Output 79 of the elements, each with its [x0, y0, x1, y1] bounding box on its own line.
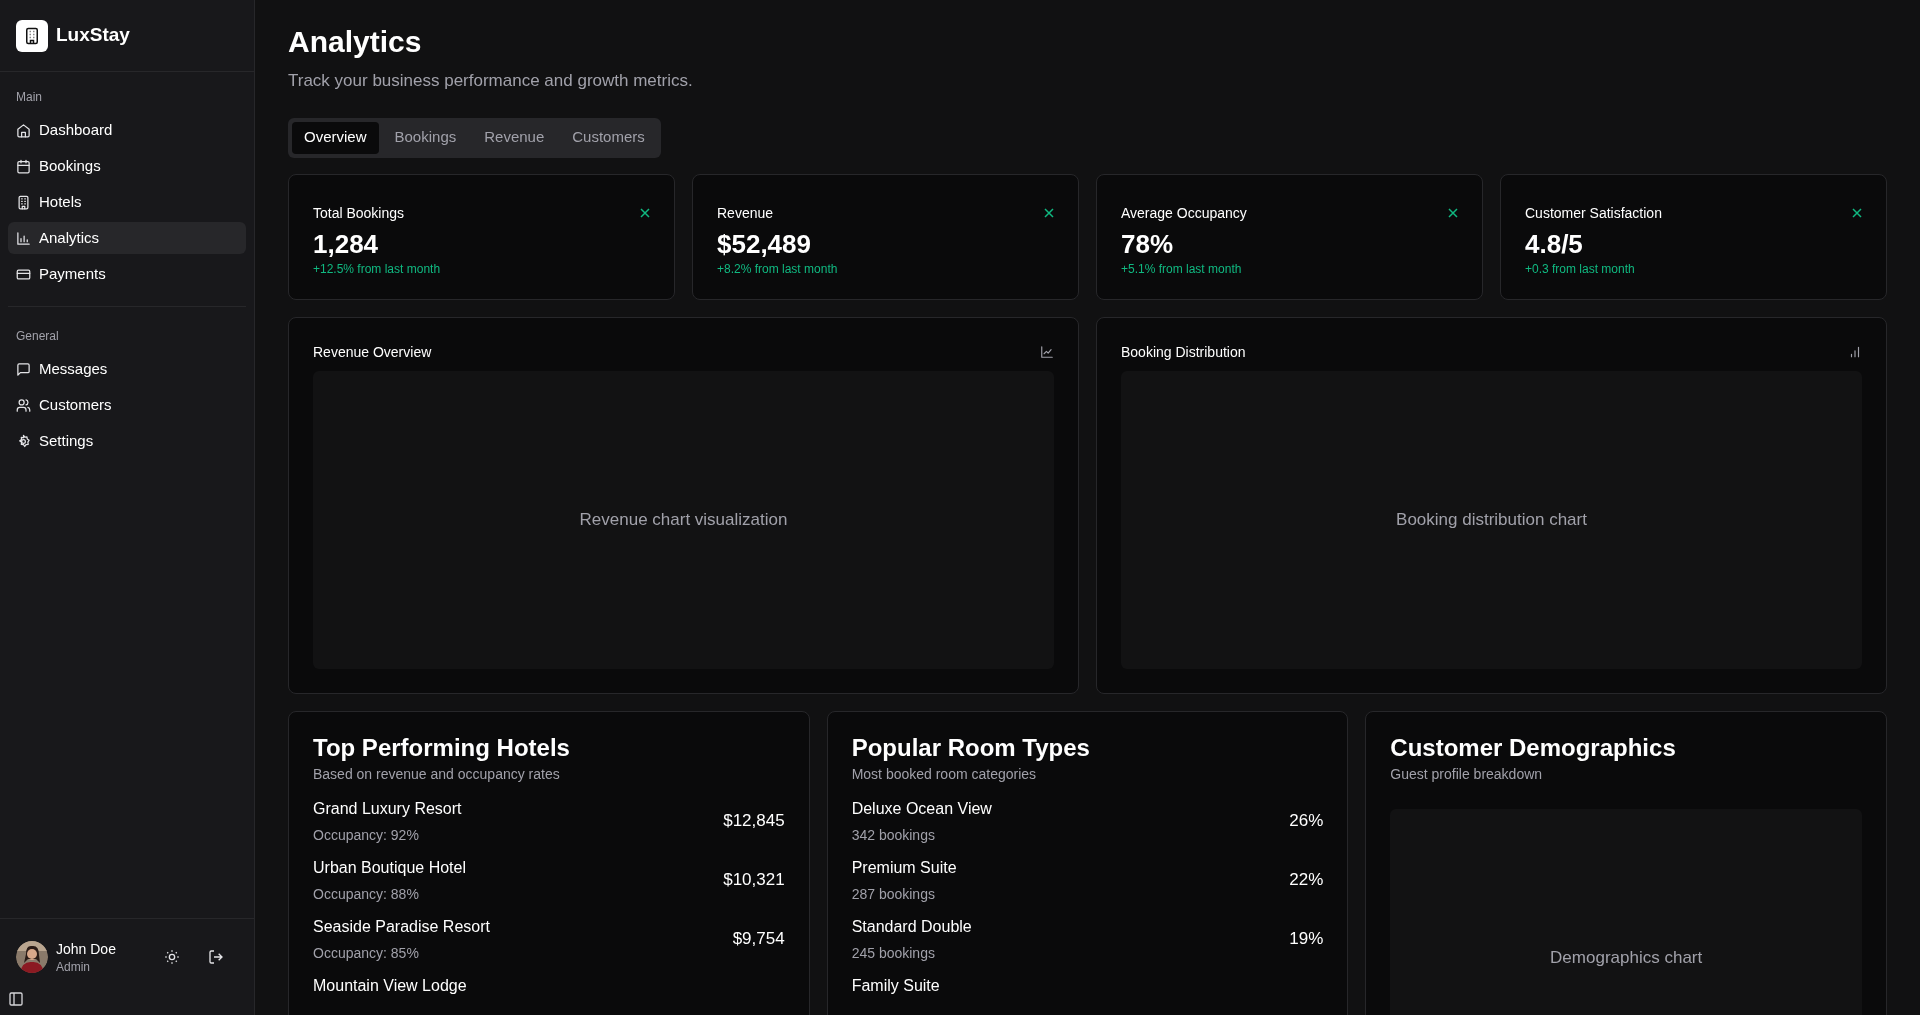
sidebar-toggle-icon[interactable]: [8, 991, 24, 1007]
item-value: 26%: [1289, 809, 1324, 832]
page-title: Analytics: [288, 24, 423, 60]
nav-item[interactable]: Customers: [8, 389, 246, 421]
item-name: Mountain View Lodge: [313, 975, 467, 996]
stat-value: 4.8/5: [1525, 227, 1584, 260]
x-icon: [640, 208, 650, 218]
item-value: $9,754: [732, 927, 785, 950]
tab[interactable]: Revenue: [472, 121, 557, 154]
tab[interactable]: Customers: [560, 121, 657, 154]
page-subtitle: Track your business performance and growth metrics.: [288, 70, 694, 92]
placeholder-text: Revenue chart visualization: [579, 508, 788, 531]
item-detail: 342 bookings: [851, 825, 936, 845]
placeholder-text: Demographics chart: [1550, 946, 1703, 969]
card-subtitle: Based on revenue and occupancy rates: [313, 764, 561, 784]
nav-item[interactable]: Bookings: [8, 150, 246, 182]
item-name: Seaside Paradise Resort: [313, 916, 490, 937]
users-icon: [16, 397, 31, 413]
stat-label: Customer Satisfaction: [1525, 203, 1662, 223]
stat-label: Revenue: [717, 203, 774, 223]
item-name: Grand Luxury Resort: [313, 798, 462, 819]
item-detail: Occupancy: 88%: [313, 884, 420, 904]
nav-item[interactable]: Hotels: [8, 186, 246, 218]
credit-card-icon: [16, 266, 31, 282]
item-detail: 287 bookings: [851, 884, 936, 904]
item-detail: Occupancy: 85%: [313, 943, 420, 963]
item-value: 19%: [1289, 927, 1324, 950]
item-name: Urban Boutique Hotel: [313, 857, 466, 878]
theme-toggle-icon[interactable]: [162, 947, 182, 967]
stat-change: +0.3 from last month: [1525, 260, 1636, 278]
item-name: Premium Suite: [851, 857, 957, 878]
home-icon: [16, 122, 31, 138]
stat-value: 1,284: [313, 227, 380, 260]
tab[interactable]: Overview: [292, 121, 379, 154]
card-title: Popular Room Types: [851, 732, 1091, 763]
message-icon: [16, 361, 31, 377]
card-title: Customer Demographics: [1390, 732, 1677, 763]
stat-value: $52,489: [717, 227, 812, 260]
x-icon: [1044, 208, 1054, 218]
item-name: Deluxe Ocean View: [851, 798, 992, 819]
stat-change: +12.5% from last month: [313, 260, 442, 278]
user-name: John Doe: [56, 940, 116, 959]
brand-name: LuxStay: [56, 23, 130, 48]
stat-label: Total Bookings: [313, 203, 405, 223]
nav-item[interactable]: Messages: [8, 353, 246, 385]
item-value: 22%: [1289, 868, 1324, 891]
panel-title: Booking Distribution: [1121, 342, 1246, 362]
item-name: Standard Double: [851, 916, 972, 937]
item-detail: Occupancy: 92%: [313, 825, 420, 845]
stat-change: +5.1% from last month: [1121, 260, 1243, 278]
nav-item[interactable]: Dashboard: [8, 114, 246, 146]
card-title: Top Performing Hotels: [313, 732, 571, 763]
nav-item[interactable]: Settings: [8, 425, 246, 457]
nav-item[interactable]: Analytics: [8, 222, 246, 254]
stat-change: +8.2% from last month: [717, 260, 839, 278]
line-chart-icon: [1040, 345, 1054, 359]
card-subtitle: Guest profile breakdown: [1390, 764, 1544, 784]
stat-value: 78%: [1121, 227, 1175, 260]
bar-chart-icon: [1848, 345, 1862, 359]
calendar-icon: [16, 158, 31, 174]
item-name: Family Suite: [851, 975, 940, 996]
tab[interactable]: Bookings: [382, 121, 469, 154]
item-value: $12,845: [723, 809, 785, 832]
x-icon: [1852, 208, 1862, 218]
panel-title: Revenue Overview: [313, 342, 432, 362]
building-icon: [16, 194, 31, 210]
bar-chart-icon: [16, 230, 31, 246]
logo-icon: [16, 19, 48, 52]
section-label: Main: [15, 89, 43, 106]
nav-item[interactable]: Payments: [8, 258, 246, 290]
x-icon: [1448, 208, 1458, 218]
settings-icon: [16, 433, 31, 449]
item-detail: 245 bookings: [851, 943, 936, 963]
item-value: $10,321: [723, 868, 785, 891]
section-label: General: [15, 328, 60, 345]
user-role: Admin: [56, 959, 91, 975]
stat-label: Average Occupancy: [1121, 203, 1247, 223]
placeholder-text: Booking distribution chart: [1396, 508, 1587, 531]
card-subtitle: Most booked room categories: [851, 764, 1038, 784]
